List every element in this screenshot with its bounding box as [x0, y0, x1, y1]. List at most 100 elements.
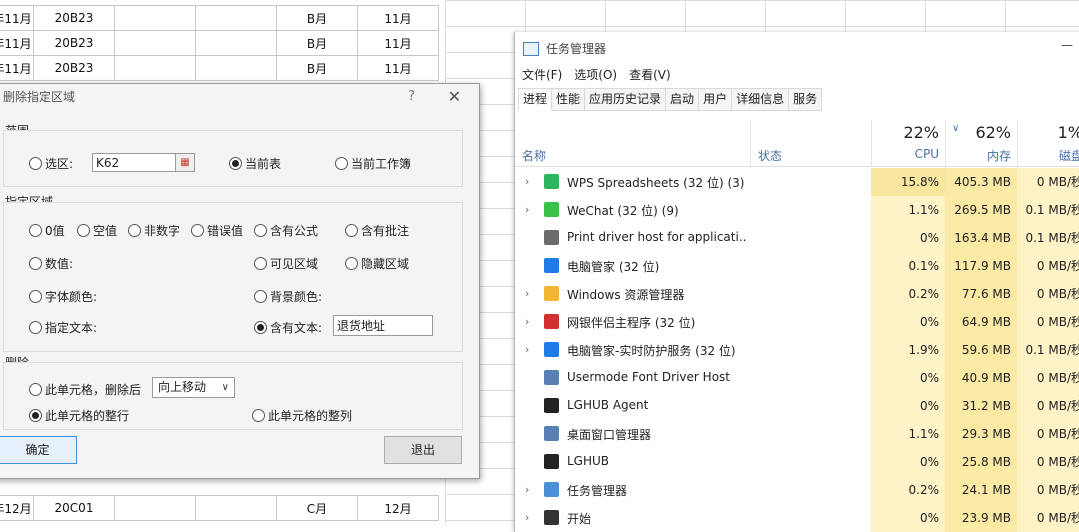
process-row[interactable]: › WeChat (32 位) (9) 1.1% 269.5 MB 0.1 MB/秒	[515, 196, 1079, 224]
menu-view[interactable]: 查看(V)	[629, 66, 671, 83]
radio-circle[interactable]	[254, 290, 267, 303]
sheet-cell[interactable]: 年12月	[0, 495, 34, 521]
radio-formula[interactable]: 含有公式	[254, 222, 318, 239]
expand-chevron-icon[interactable]: ›	[525, 343, 529, 356]
sheet-cell[interactable]: B月	[276, 55, 358, 81]
expand-chevron-icon[interactable]: ›	[525, 203, 529, 216]
dialog-titlebar[interactable]: 删除指定区域 ? ✕	[0, 84, 479, 110]
tab-users[interactable]: 用户	[699, 88, 733, 111]
sheet-cell[interactable]	[114, 495, 196, 521]
radio-circle[interactable]	[254, 257, 267, 270]
tab-performance[interactable]: 性能	[552, 88, 586, 111]
radio-hidden[interactable]: 隐藏区域	[345, 255, 409, 272]
process-row[interactable]: › 网银伴侣主程序 (32 位) 0% 64.9 MB 0 MB/秒	[515, 308, 1079, 336]
sheet-cell[interactable]: 11月	[357, 55, 439, 81]
sheet-cell[interactable]: 年11月	[0, 55, 34, 81]
table-row[interactable]: 年11月 20B23 B月 11月	[0, 5, 439, 31]
radio-circle[interactable]	[191, 224, 204, 237]
process-row[interactable]: Usermode Font Driver Host 0% 40.9 MB 0 MB/秒	[515, 364, 1079, 392]
sheet-cell[interactable]: 20C01	[33, 495, 115, 521]
tab-details[interactable]: 详细信息	[732, 88, 790, 111]
tab-app-history[interactable]: 应用历史记录	[585, 88, 667, 111]
sheet-cell[interactable]	[195, 495, 277, 521]
expand-chevron-icon[interactable]: ›	[525, 483, 529, 496]
radio-circle[interactable]	[29, 383, 42, 396]
process-row[interactable]: › 任务管理器 0.2% 24.1 MB 0 MB/秒	[515, 476, 1079, 504]
sheet-cell[interactable]: B月	[276, 5, 358, 31]
radio-selection[interactable]: 选区:	[29, 155, 73, 172]
radio-circle[interactable]	[29, 157, 42, 170]
sheet-cell[interactable]	[114, 30, 196, 56]
tab-processes[interactable]: 进程	[518, 88, 553, 111]
sheet-cell[interactable]: B月	[276, 30, 358, 56]
tab-services[interactable]: 服务	[789, 88, 823, 111]
radio-circle[interactable]	[29, 409, 42, 422]
minimize-icon[interactable]: —	[1061, 38, 1073, 52]
sheet-cell[interactable]	[195, 30, 277, 56]
radio-font-color[interactable]: 字体颜色:	[29, 288, 97, 305]
column-disk[interactable]: 1% 磁盘	[1017, 120, 1079, 166]
close-icon[interactable]: ✕	[448, 84, 461, 110]
column-status[interactable]: 状态	[750, 120, 871, 166]
task-manager-titlebar[interactable]: 任务管理器	[523, 40, 606, 57]
process-row[interactable]: › Windows 资源管理器 0.2% 77.6 MB 0 MB/秒	[515, 280, 1079, 308]
process-row[interactable]: › WPS Spreadsheets (32 位) (3) 15.8% 405.3 M…	[515, 168, 1079, 196]
radio-delete-cell[interactable]: 此单元格，删除后	[29, 381, 141, 398]
exit-button[interactable]: 退出	[384, 436, 462, 464]
tab-startup[interactable]: 启动	[666, 88, 700, 111]
expand-chevron-icon[interactable]: ›	[525, 175, 529, 188]
sheet-cell[interactable]	[114, 5, 196, 31]
table-row[interactable]: 年11月 20B23 B月 11月	[0, 55, 439, 81]
sheet-cell[interactable]: C月	[276, 495, 358, 521]
sheet-cell[interactable]: 20B23	[33, 30, 115, 56]
process-row[interactable]: LGHUB 0% 25.8 MB 0 MB/秒	[515, 448, 1079, 476]
sheet-cell[interactable]: 20B23	[33, 5, 115, 31]
radio-circle[interactable]	[128, 224, 141, 237]
radio-error[interactable]: 错误值	[191, 222, 243, 239]
range-picker-icon[interactable]: ▦	[175, 153, 195, 172]
column-cpu[interactable]: 22% CPU	[871, 120, 945, 166]
process-row[interactable]: Print driver host for applicati... 0% 163.…	[515, 224, 1079, 252]
radio-bg-color[interactable]: 背景颜色:	[254, 288, 322, 305]
column-name[interactable]: 名称	[522, 147, 546, 164]
radio-circle[interactable]	[229, 157, 242, 170]
column-memory[interactable]: ∨ 62% 内存	[945, 120, 1017, 166]
radio-whole-col[interactable]: 此单元格的整列	[252, 407, 352, 424]
radio-comment[interactable]: 含有批注	[345, 222, 409, 239]
contains-text-input[interactable]: 退货地址	[333, 315, 433, 336]
sheet-cell[interactable]: 12月	[357, 495, 439, 521]
help-icon[interactable]: ?	[408, 84, 415, 110]
table-row[interactable]: 年12月 20C01 C月 12月	[0, 495, 439, 521]
sheet-cell[interactable]	[195, 5, 277, 31]
expand-chevron-icon[interactable]: ›	[525, 287, 529, 300]
radio-circle[interactable]	[254, 321, 267, 334]
radio-circle[interactable]	[77, 224, 90, 237]
process-row[interactable]: 桌面窗口管理器 1.1% 29.3 MB 0 MB/秒	[515, 420, 1079, 448]
table-row[interactable]: 年11月 20B23 B月 11月	[0, 30, 439, 56]
sheet-cell[interactable]: 20B23	[33, 55, 115, 81]
selection-input[interactable]: K62	[92, 153, 177, 172]
expand-chevron-icon[interactable]: ›	[525, 511, 529, 524]
radio-current-sheet[interactable]: 当前表	[229, 155, 281, 172]
sheet-cell[interactable]: 年11月	[0, 5, 34, 31]
process-row[interactable]: 电脑管家 (32 位) 0.1% 117.9 MB 0 MB/秒	[515, 252, 1079, 280]
radio-contains-text[interactable]: 含有文本:	[254, 319, 322, 336]
menu-file[interactable]: 文件(F)	[522, 66, 562, 83]
radio-blank[interactable]: 空值	[77, 222, 117, 239]
shift-direction-select[interactable]: 向上移动 ∨	[152, 377, 235, 398]
radio-current-workbook[interactable]: 当前工作簿	[335, 155, 411, 172]
radio-circle[interactable]	[252, 409, 265, 422]
radio-circle[interactable]	[29, 257, 42, 270]
radio-circle[interactable]	[335, 157, 348, 170]
sheet-cell[interactable]	[114, 55, 196, 81]
process-row[interactable]: › 电脑管家-实时防护服务 (32 位) 1.9% 59.6 MB 0.1 MB/秒	[515, 336, 1079, 364]
process-row[interactable]: › 开始 0% 23.9 MB 0 MB/秒	[515, 504, 1079, 532]
expand-chevron-icon[interactable]: ›	[525, 315, 529, 328]
radio-zero[interactable]: 0值	[29, 222, 65, 239]
radio-circle[interactable]	[345, 257, 358, 270]
radio-number[interactable]: 数值:	[29, 255, 73, 272]
radio-spec-text[interactable]: 指定文本:	[29, 319, 97, 336]
ok-button[interactable]: 确定	[0, 436, 77, 464]
radio-circle[interactable]	[29, 290, 42, 303]
radio-circle[interactable]	[254, 224, 267, 237]
